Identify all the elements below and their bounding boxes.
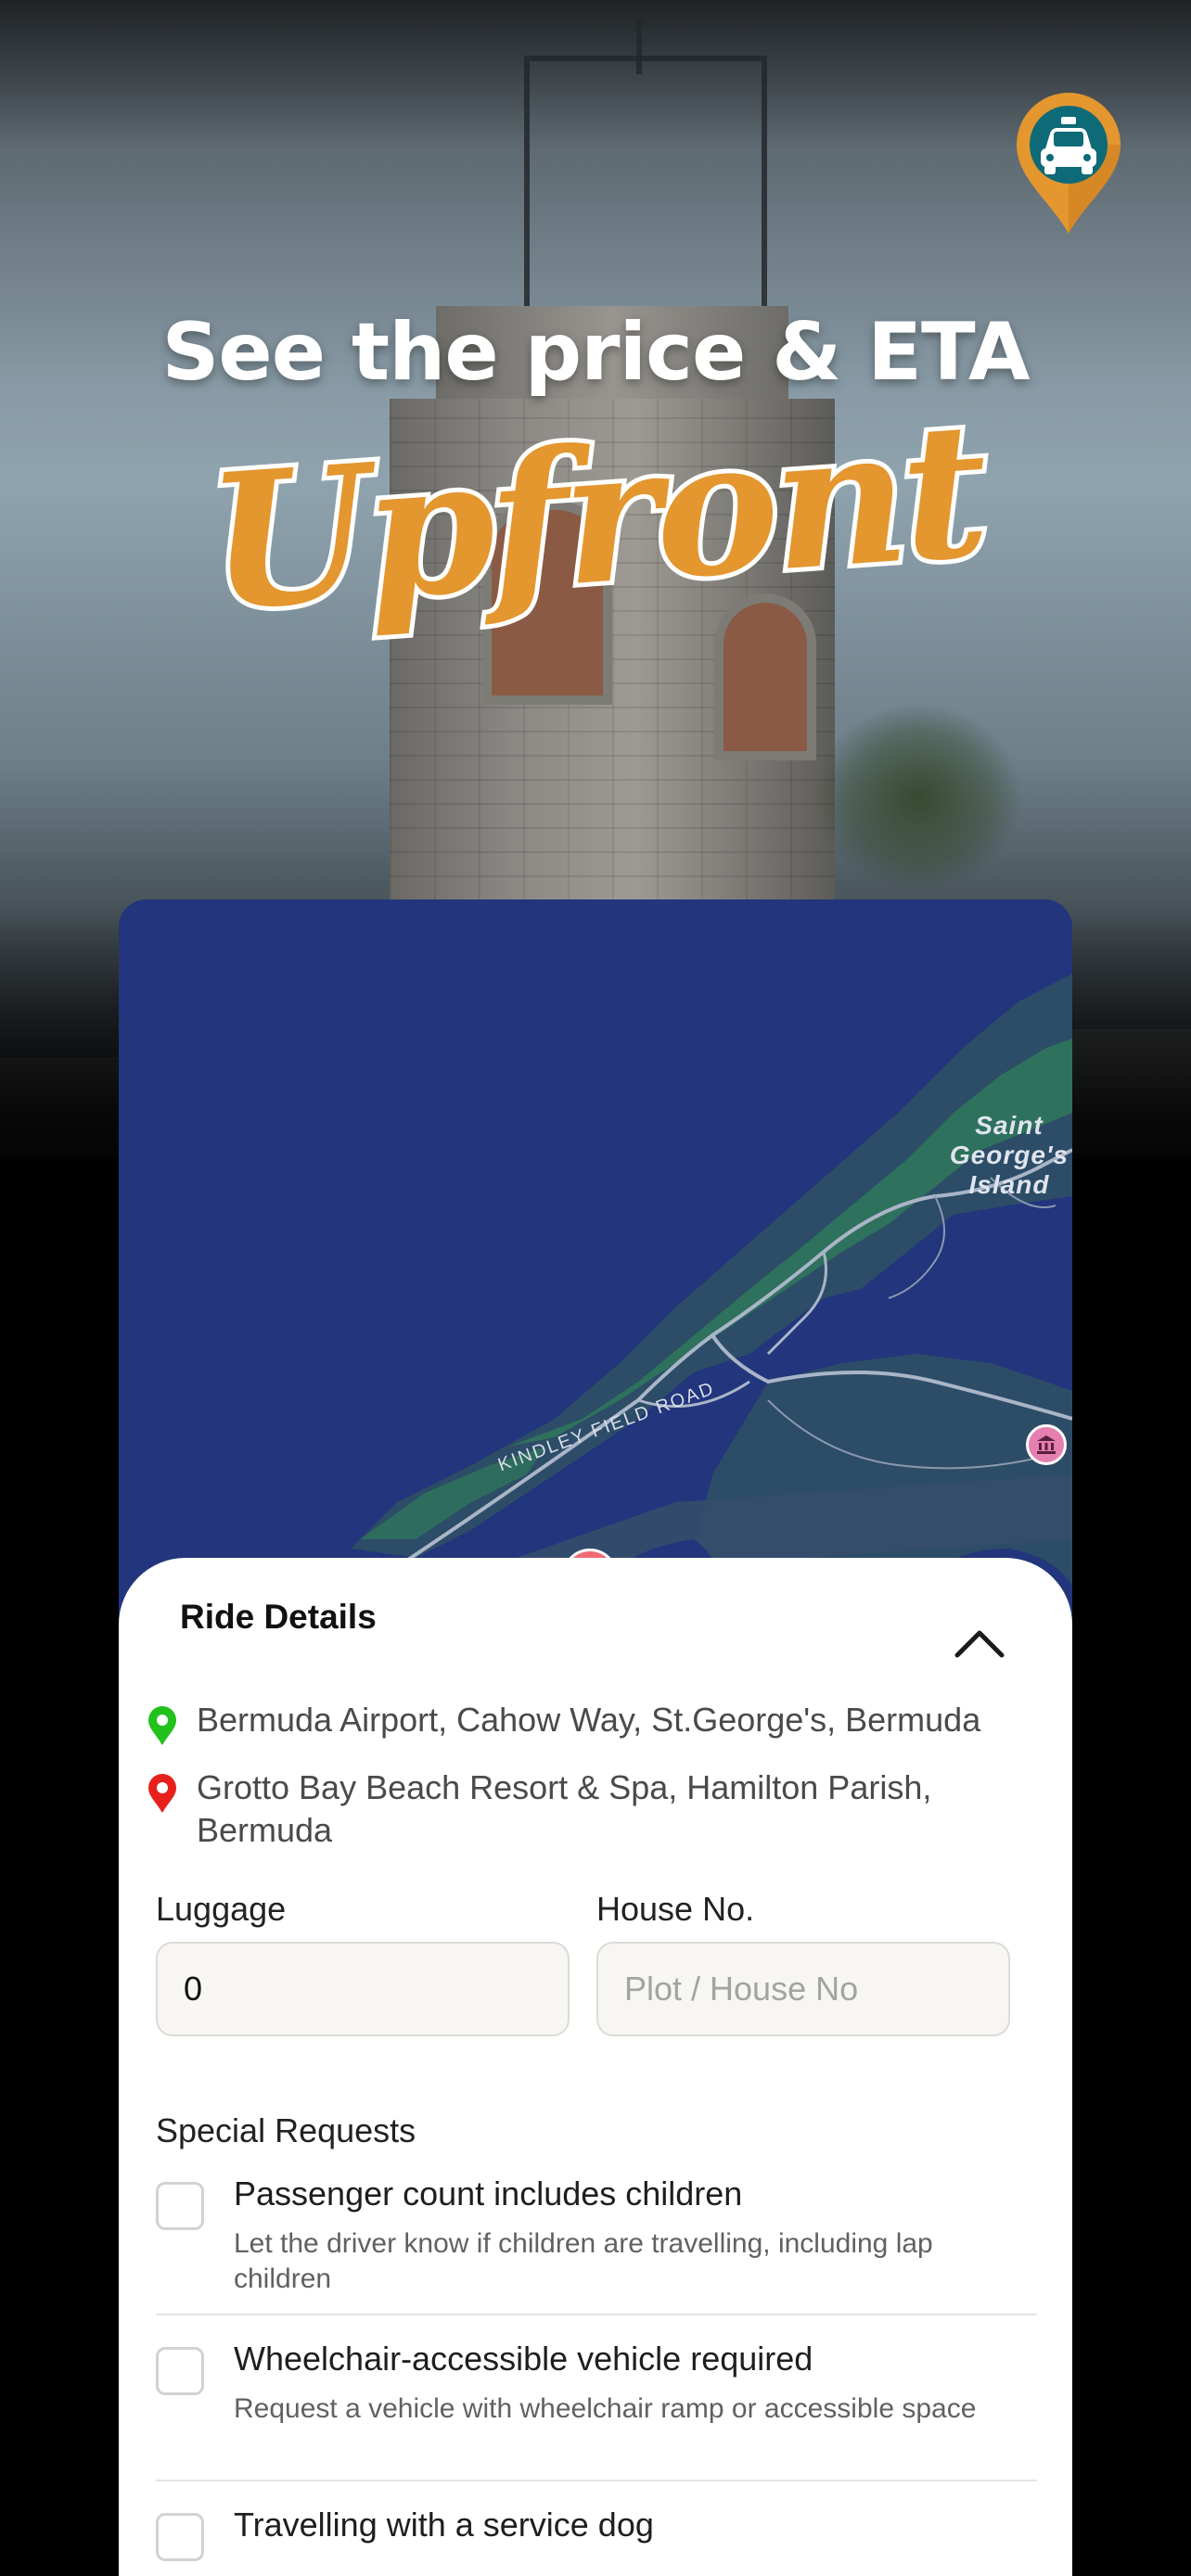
dropoff-location[interactable]: Grotto Bay Beach Resort & Spa, Hamilton … (147, 1766, 1065, 1852)
app-card: Saint George's Island KINDLEY FIELD ROAD… (119, 899, 1072, 2576)
pickup-address: Bermuda Airport, Cahow Way, St.George's,… (197, 1701, 981, 1739)
palm-tree (816, 705, 1020, 890)
belfry (524, 56, 767, 312)
dropoff-pin-icon (148, 1774, 176, 1813)
dropoff-address: Grotto Bay Beach Resort & Spa, Hamilton … (197, 1768, 932, 1849)
request-title: Wheelchair-accessible vehicle required (234, 2340, 813, 2378)
house-no-label: House No. (596, 1890, 755, 1928)
tower-window-right (714, 593, 816, 760)
request-title: Travelling with a service dog (234, 2506, 654, 2544)
request-description: Let the driver know if children are trav… (234, 2228, 933, 2294)
luggage-label: Luggage (156, 1890, 287, 1928)
chevron-up-icon (954, 1630, 1005, 1658)
divider (156, 2314, 1037, 2315)
pickup-location[interactable]: Bermuda Airport, Cahow Way, St.George's,… (147, 1699, 1065, 1747)
sheet-title: Ride Details (180, 1598, 377, 1636)
ride-details-sheet: Ride Details Bermuda Airport, Cahow Way,… (119, 1558, 1072, 2576)
museum-icon[interactable] (1026, 1424, 1067, 1465)
request-title: Passenger count includes children (234, 2174, 743, 2213)
wheelchair-checkbox[interactable] (156, 2347, 204, 2395)
taxi-icon (1013, 89, 1124, 237)
map-view[interactable]: Saint George's Island KINDLEY FIELD ROAD (119, 899, 1072, 1604)
service-dog-checkbox[interactable] (156, 2513, 204, 2561)
divider (156, 2480, 1037, 2481)
collapse-button[interactable] (935, 1599, 1024, 1688)
island-label: Saint George's Island (949, 1111, 1069, 1199)
luggage-input[interactable] (156, 1942, 570, 2036)
special-requests-title: Special Requests (156, 2111, 416, 2149)
house-no-input[interactable] (596, 1942, 1010, 2036)
children-checkbox[interactable] (156, 2182, 204, 2230)
request-description: Request a vehicle with wheelchair ramp o… (234, 2393, 977, 2424)
pickup-pin-icon (148, 1706, 176, 1745)
